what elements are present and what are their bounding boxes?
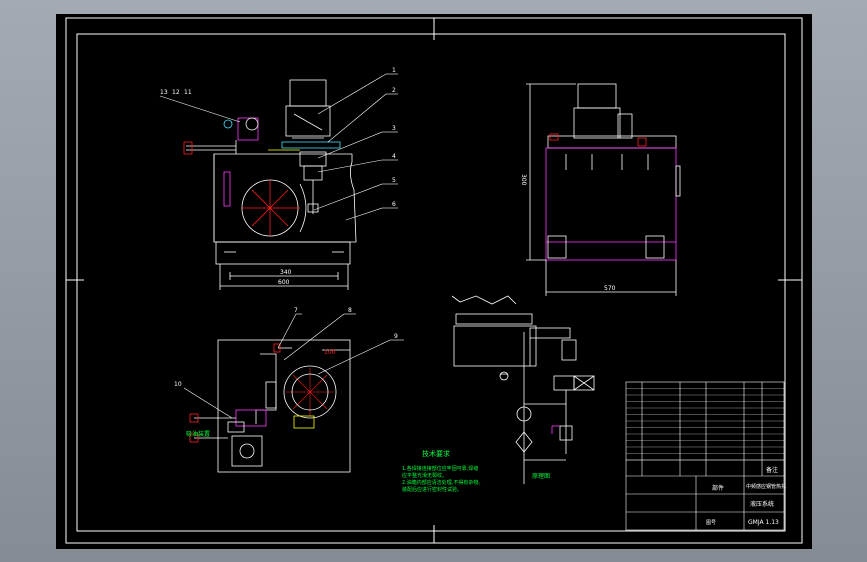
notes-title: 技术要求 [422, 449, 450, 458]
title-unit: 部件 [712, 484, 724, 492]
technical-notes: 技术要求 1.各焊接连接部位应牢固可靠,焊缝 应平整光滑无裂纹。 2.油箱内部应… [402, 449, 483, 493]
notes-line-3: 2.油箱内部应清洁处理,不得有杂物。 [402, 479, 483, 486]
balloon-11: 11 [184, 89, 192, 96]
top-view-leaders [183, 313, 404, 419]
frame-center-marks [66, 18, 802, 543]
dim-width: 570 [604, 285, 616, 292]
balloon-7: 7 [294, 307, 298, 314]
schematic-title: 原理图 [532, 473, 550, 480]
side-view-labels: 300 570 [520, 174, 616, 292]
title-part-name: 液压系统 [750, 500, 774, 508]
notes-line-4: 装配后应进行密封性试验。 [402, 486, 462, 493]
balloon-2: 2 [392, 87, 396, 94]
title-block-labels: 部件 备注 中频感应钢管热扎 液压系统 GMJA 1.13 图号 [706, 466, 786, 526]
title-project: 中频感应钢管热扎 [746, 483, 786, 490]
drawing-viewport[interactable]: 1 2 3 4 5 6 13 12 11 340 600 300 570 7 8… [56, 14, 812, 549]
notes-line-2: 应平整光滑无裂纹。 [402, 472, 447, 479]
outer-border [65, 17, 803, 544]
balloon-12: 12 [172, 89, 180, 96]
title-remark: 备注 [766, 466, 778, 474]
balloon-9: 9 [394, 333, 398, 340]
side-view [526, 83, 681, 296]
dim-outer-width: 600 [278, 279, 290, 286]
front-view [183, 79, 357, 290]
label-suction: 吸油装置 [186, 430, 210, 438]
balloon-4: 4 [392, 153, 396, 160]
dim-small: 100 [324, 349, 336, 356]
hydraulic-schematic [451, 295, 595, 484]
cad-window: 1 2 3 4 5 6 13 12 11 340 600 300 570 7 8… [0, 0, 867, 562]
balloon-5: 5 [392, 177, 396, 184]
front-view-leaders [159, 73, 398, 221]
drawing-canvas: 1 2 3 4 5 6 13 12 11 340 600 300 570 7 8… [65, 17, 803, 544]
balloon-13: 13 [160, 89, 168, 96]
balloon-6: 6 [392, 201, 396, 208]
notes-line-1: 1.各焊接连接部位应牢固可靠,焊缝 [402, 465, 478, 472]
balloon-10: 10 [174, 381, 182, 388]
title-drawing-no: GMJA 1.13 [748, 519, 779, 526]
balloon-3: 3 [392, 125, 396, 132]
top-view [189, 339, 351, 473]
balloon-8: 8 [348, 307, 352, 314]
balloon-1: 1 [392, 67, 396, 74]
title-block-rows [626, 388, 784, 461]
dim-height: 300 [520, 174, 527, 186]
schematic-labels: 原理图 [532, 473, 550, 480]
front-view-labels: 1 2 3 4 5 6 13 12 11 340 600 [160, 67, 396, 286]
title-sheet: 图号 [706, 520, 716, 526]
dim-inner-width: 340 [280, 269, 292, 276]
